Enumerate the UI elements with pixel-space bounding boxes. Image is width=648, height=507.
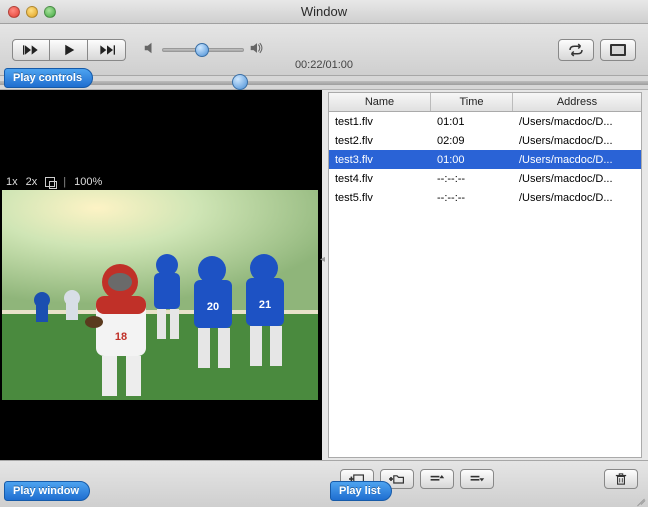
video-overlay: 1x 2x | 100% xyxy=(6,176,102,188)
playlist-table: Name Time Address test1.flv01:01/Users/m… xyxy=(328,92,642,458)
bottom-bar: Play window Play list xyxy=(0,460,648,507)
speed-1x[interactable]: 1x xyxy=(6,176,18,188)
cell-name: test3.flv xyxy=(329,152,431,168)
next-button[interactable] xyxy=(88,39,126,61)
move-down-button[interactable] xyxy=(460,469,494,489)
table-body: test1.flv01:01/Users/macdoc/D...test2.fl… xyxy=(329,112,641,457)
toolbar-right xyxy=(558,39,636,61)
fullscreen-button[interactable] xyxy=(600,39,636,61)
video-frame[interactable]: 20 21 xyxy=(2,190,318,400)
move-up-button[interactable] xyxy=(420,469,454,489)
svg-text:20: 20 xyxy=(207,301,219,313)
titlebar: Window xyxy=(0,0,648,24)
video-panel: 1x 2x | 100% xyxy=(0,90,322,460)
svg-text:18: 18 xyxy=(115,331,127,343)
expand-icon[interactable] xyxy=(45,177,55,187)
move-down-icon xyxy=(469,473,485,485)
table-row[interactable]: test3.flv01:00/Users/macdoc/D... xyxy=(329,150,641,169)
table-row[interactable]: test5.flv--:--:--/Users/macdoc/D... xyxy=(329,188,641,207)
cell-address: /Users/macdoc/D... xyxy=(513,152,641,168)
scrubber[interactable] xyxy=(0,76,648,90)
volume-control xyxy=(144,42,264,57)
cell-name: test2.flv xyxy=(329,133,431,149)
video-content: 20 21 xyxy=(2,190,318,400)
time-display: 00:22/01:00 xyxy=(295,59,353,71)
scrub-knob[interactable] xyxy=(232,74,248,90)
play-icon xyxy=(61,44,77,56)
cell-time: 01:01 xyxy=(431,114,513,130)
play-controls-label: Play controls xyxy=(4,68,93,88)
col-address[interactable]: Address xyxy=(513,93,641,111)
speaker-high-icon xyxy=(250,42,264,57)
fullscreen-icon xyxy=(610,44,626,56)
toolbar: 00:22/01:00 xyxy=(0,24,648,76)
trash-icon xyxy=(613,473,629,485)
play-list-label: Play list xyxy=(330,481,392,501)
zoom-level: 100% xyxy=(74,176,102,188)
add-folder-icon xyxy=(389,473,405,485)
cell-address: /Users/macdoc/D... xyxy=(513,114,641,130)
scrub-track xyxy=(0,81,648,85)
cell-name: test5.flv xyxy=(329,190,431,206)
cell-time: --:--:-- xyxy=(431,171,513,187)
volume-slider[interactable] xyxy=(162,48,244,52)
prev-button[interactable] xyxy=(12,39,50,61)
split-handle[interactable]: ◂ xyxy=(320,254,325,265)
delete-button[interactable] xyxy=(604,469,638,489)
loop-button[interactable] xyxy=(558,39,594,61)
main-area: 1x 2x | 100% xyxy=(0,90,648,460)
loop-icon xyxy=(567,43,585,57)
col-name[interactable]: Name xyxy=(329,93,431,111)
speed-2x[interactable]: 2x xyxy=(26,176,38,188)
move-up-icon xyxy=(429,473,445,485)
col-time[interactable]: Time xyxy=(431,93,513,111)
cell-address: /Users/macdoc/D... xyxy=(513,190,641,206)
cell-name: test4.flv xyxy=(329,171,431,187)
cell-address: /Users/macdoc/D... xyxy=(513,133,641,149)
volume-knob[interactable] xyxy=(195,43,209,57)
cell-name: test1.flv xyxy=(329,114,431,130)
transport-controls xyxy=(12,39,126,61)
play-window-label: Play window xyxy=(4,481,90,501)
table-row[interactable]: test4.flv--:--:--/Users/macdoc/D... xyxy=(329,169,641,188)
cell-time: 02:09 xyxy=(431,133,513,149)
table-header: Name Time Address xyxy=(329,93,641,112)
window-title: Window xyxy=(0,4,648,19)
table-row[interactable]: test1.flv01:01/Users/macdoc/D... xyxy=(329,112,641,131)
play-button[interactable] xyxy=(50,39,88,61)
resize-handle[interactable] xyxy=(634,493,646,505)
speaker-low-icon xyxy=(144,42,156,57)
cell-time: --:--:-- xyxy=(431,190,513,206)
svg-text:21: 21 xyxy=(259,299,271,311)
playlist-panel: Name Time Address test1.flv01:01/Users/m… xyxy=(322,90,648,460)
overlay-separator: | xyxy=(63,176,66,188)
cell-address: /Users/macdoc/D... xyxy=(513,171,641,187)
cell-time: 01:00 xyxy=(431,152,513,168)
table-row[interactable]: test2.flv02:09/Users/macdoc/D... xyxy=(329,131,641,150)
next-icon xyxy=(99,44,115,56)
prev-icon xyxy=(23,44,39,56)
